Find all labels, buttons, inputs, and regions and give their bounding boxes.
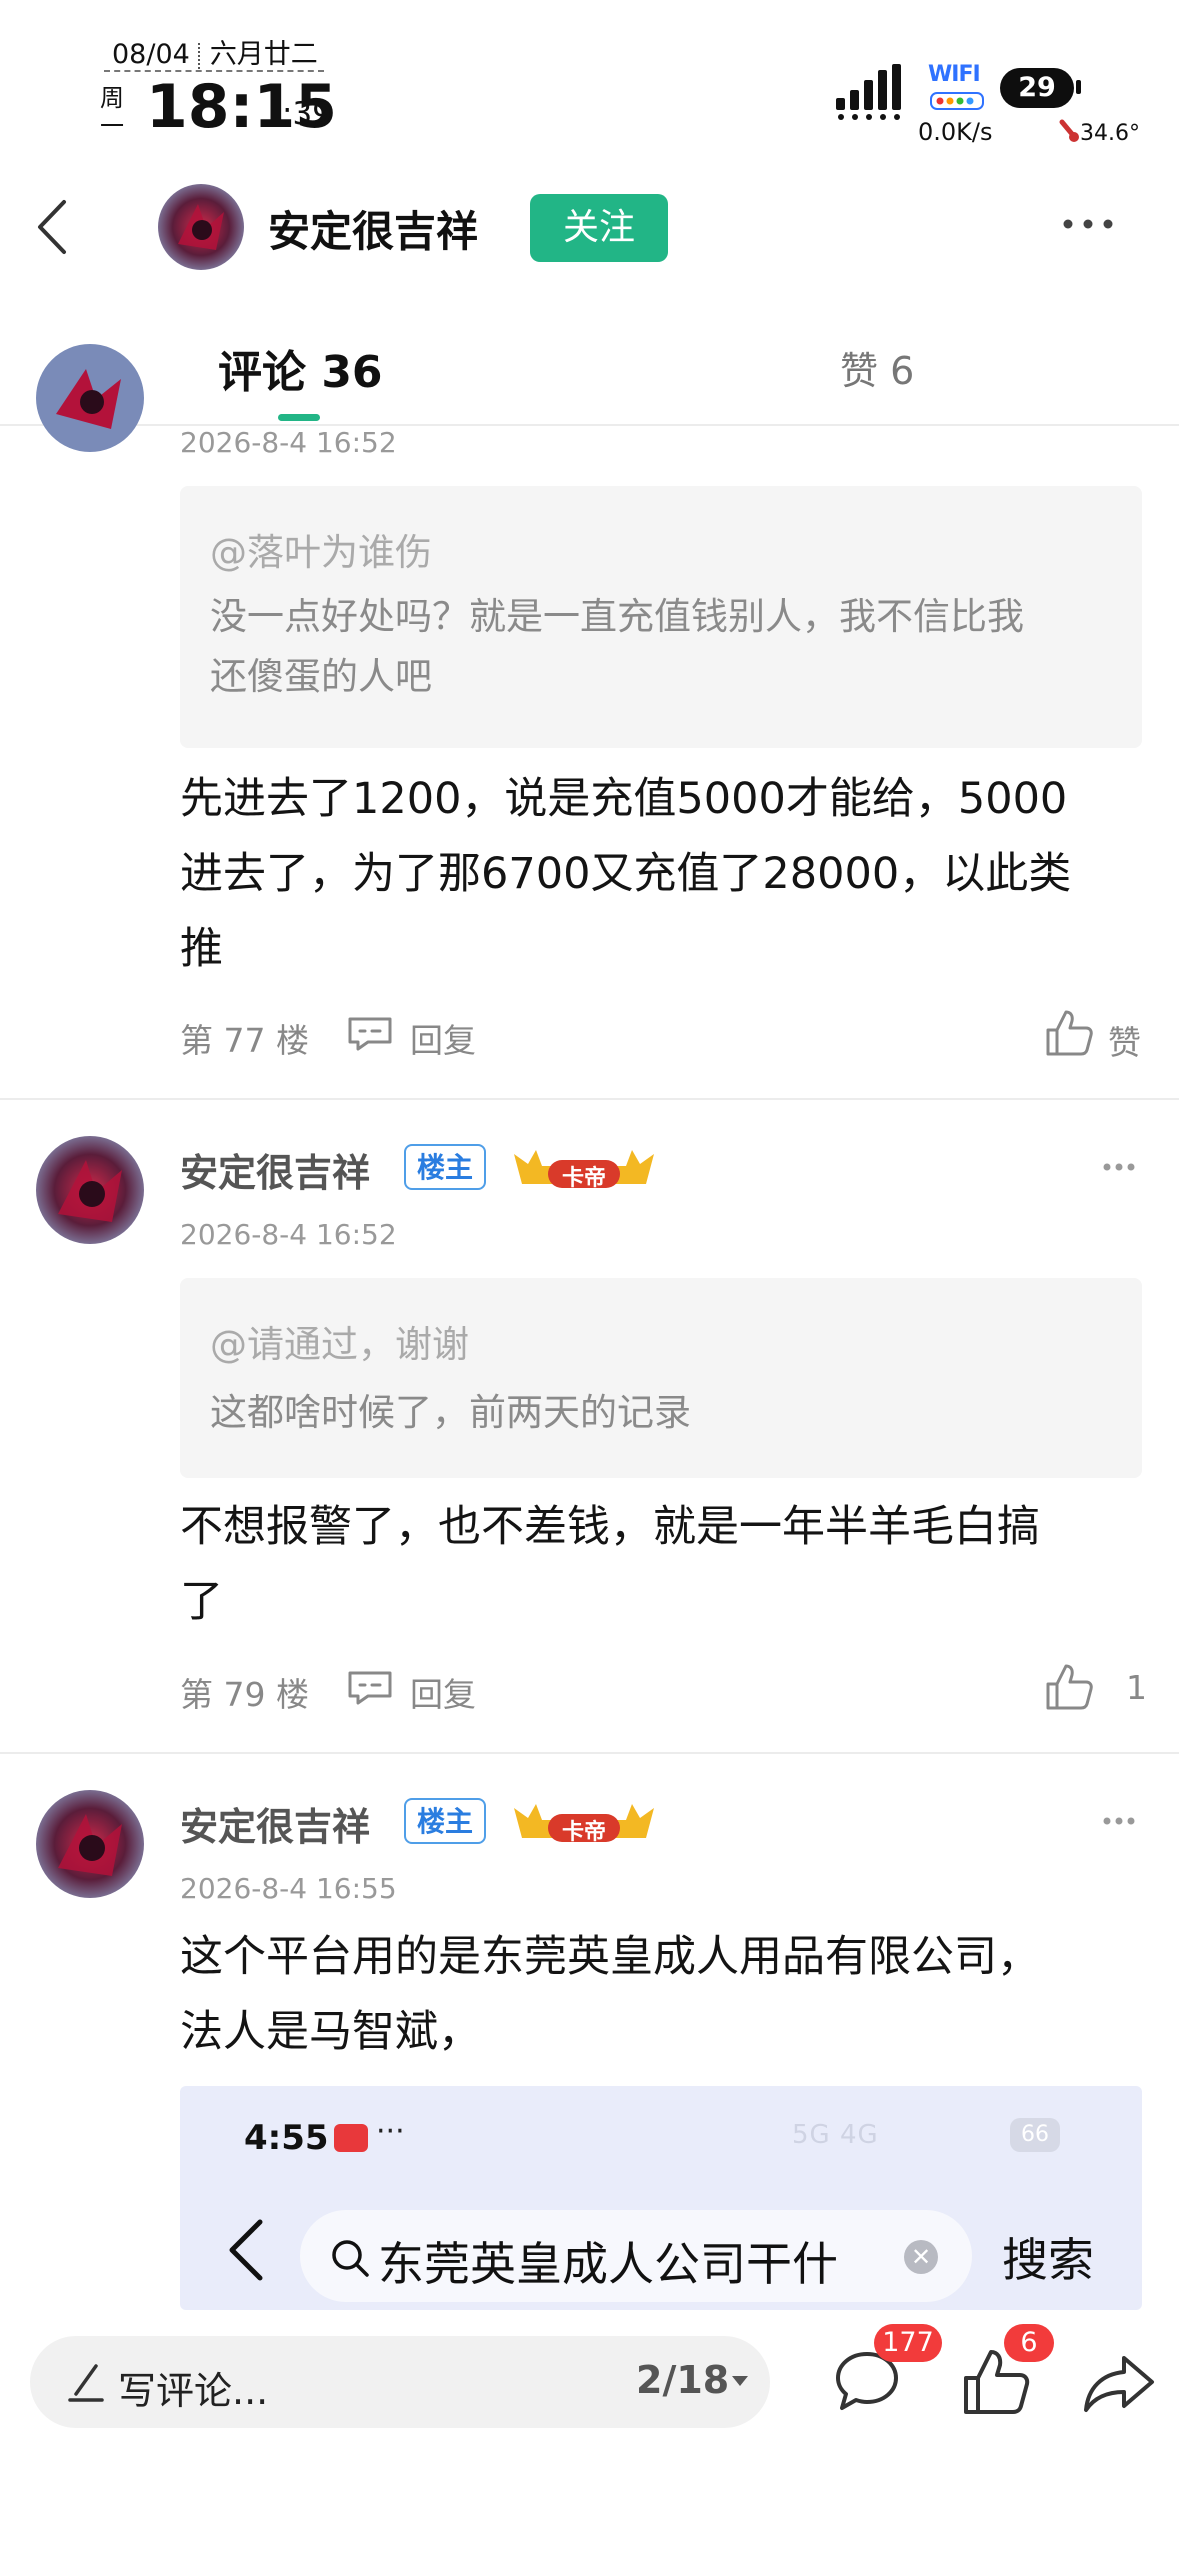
comment-body: 不想报警了，也不差钱，就是一年半羊毛白搞 了 [180,1502,1040,1627]
embed-search-text: 东莞英皇成人公司干什 [378,2237,838,2291]
comment-input-placeholder[interactable]: 写评论... [118,2360,268,2415]
reply-button[interactable]: 回复 [410,1668,476,1716]
page-indicator[interactable]: 2/18 [636,2358,729,2402]
network-speed: 0.0K/s [918,118,993,146]
quoted-text-line: 还傻蛋的人吧 [210,655,432,698]
avatar[interactable] [36,1136,144,1244]
header-avatar[interactable] [158,184,244,270]
tab-comments[interactable]: 评论 36 [218,336,383,400]
tab-likes[interactable]: 赞 6 [840,340,914,395]
comment-divider [0,1752,1179,1754]
embed-back-icon [229,2219,263,2281]
status-date: 08/04 六月廿二 [112,39,318,70]
quoted-text-line: 没一点好处吗？就是一直充值钱别人，我不信比我 [210,595,1024,638]
quoted-comment[interactable]: @落叶为谁伤 没一点好处吗？就是一直充值钱别人，我不信比我 还傻蛋的人吧 [180,486,1142,748]
signal-icon [836,64,901,120]
floor-number: 第 77 楼 [180,1021,309,1060]
status-seconds: :39 [282,96,332,132]
header-username[interactable]: 安定很吉祥 [268,198,478,259]
avatar[interactable] [36,1790,144,1898]
more-options-icon[interactable] [1060,214,1116,234]
embed-time: 4:55 [244,2118,329,2158]
comment-divider [0,1098,1179,1100]
thermometer-icon [1059,119,1079,142]
comment-image[interactable]: 4:55 ··· 5G 4G 66 东莞英皇成人公司干什 ✕ 搜索 [180,2086,1142,2310]
back-arrow-icon[interactable] [30,196,76,258]
comment-count-badge: 177 [874,2324,942,2362]
embed-app-icon [334,2124,368,2152]
comment-body: 这个平台用的是东莞英皇成人用品有限公司， 法人是马智斌， [180,1932,1040,2057]
like-button[interactable]: 赞 [1108,1016,1141,1064]
quoted-text-line: 这都啥时候了，前两天的记录 [210,1391,691,1434]
pen-icon[interactable] [66,2360,106,2404]
floor-number: 第 79 楼 [180,1675,309,1714]
vip-badge: 卡帝 [508,1796,660,1846]
temperature: 34.6° [1056,118,1140,146]
comment-date: 2026-8-4 16:52 [180,426,397,459]
avatar[interactable] [36,344,144,452]
comment-body: 先进去了1200，说是充值5000才能给，5000 进去了，为了那6700又充值… [180,774,1072,974]
tab-active-indicator [278,414,320,421]
embed-search-bar: 东莞英皇成人公司干什 ✕ [300,2210,972,2302]
quoted-username[interactable]: @请通过，谢谢 [210,1314,469,1368]
wifi-icon: WIFI [924,62,986,112]
caret-down-icon[interactable] [730,2374,750,2388]
comment-more-icon[interactable] [1102,1816,1136,1826]
reply-icon[interactable] [346,1670,394,1706]
like-count[interactable]: 1 [1126,1668,1147,1707]
quoted-username[interactable]: @落叶为谁伤 [210,522,432,576]
reply-button[interactable]: 回复 [410,1014,476,1062]
tab-divider [0,424,1179,426]
comment-username[interactable]: 安定很吉祥 [180,1142,370,1197]
vip-badge: 卡帝 [508,1142,660,1192]
like-count-badge: 6 [1004,2324,1054,2362]
embed-status-icons: 5G 4G [792,2120,879,2150]
battery-cap [1076,80,1081,94]
embed-dots: ··· [376,2114,405,2149]
owner-badge: 楼主 [404,1798,486,1844]
thumbs-up-icon[interactable] [1044,1008,1094,1058]
share-icon[interactable] [1082,2352,1158,2414]
battery-indicator: 29 [1000,68,1074,108]
embed-search-button: 搜索 [1002,2233,1094,2287]
comment-username[interactable]: 安定很吉祥 [180,1796,370,1851]
thumbs-up-icon[interactable] [1044,1662,1094,1712]
comment-date: 2026-8-4 16:52 [180,1218,397,1251]
comment-more-icon[interactable] [1102,1162,1136,1172]
quoted-comment[interactable]: @请通过，谢谢 这都啥时候了，前两天的记录 [180,1278,1142,1478]
comment-date: 2026-8-4 16:55 [180,1872,397,1905]
owner-badge: 楼主 [404,1144,486,1190]
search-icon [332,2240,369,2277]
embed-battery: 66 [1010,2118,1060,2152]
reply-icon[interactable] [346,1016,394,1052]
status-weekday: 周一 [100,84,124,140]
follow-button[interactable]: 关注 [530,194,668,262]
clear-icon: ✕ [904,2240,938,2274]
